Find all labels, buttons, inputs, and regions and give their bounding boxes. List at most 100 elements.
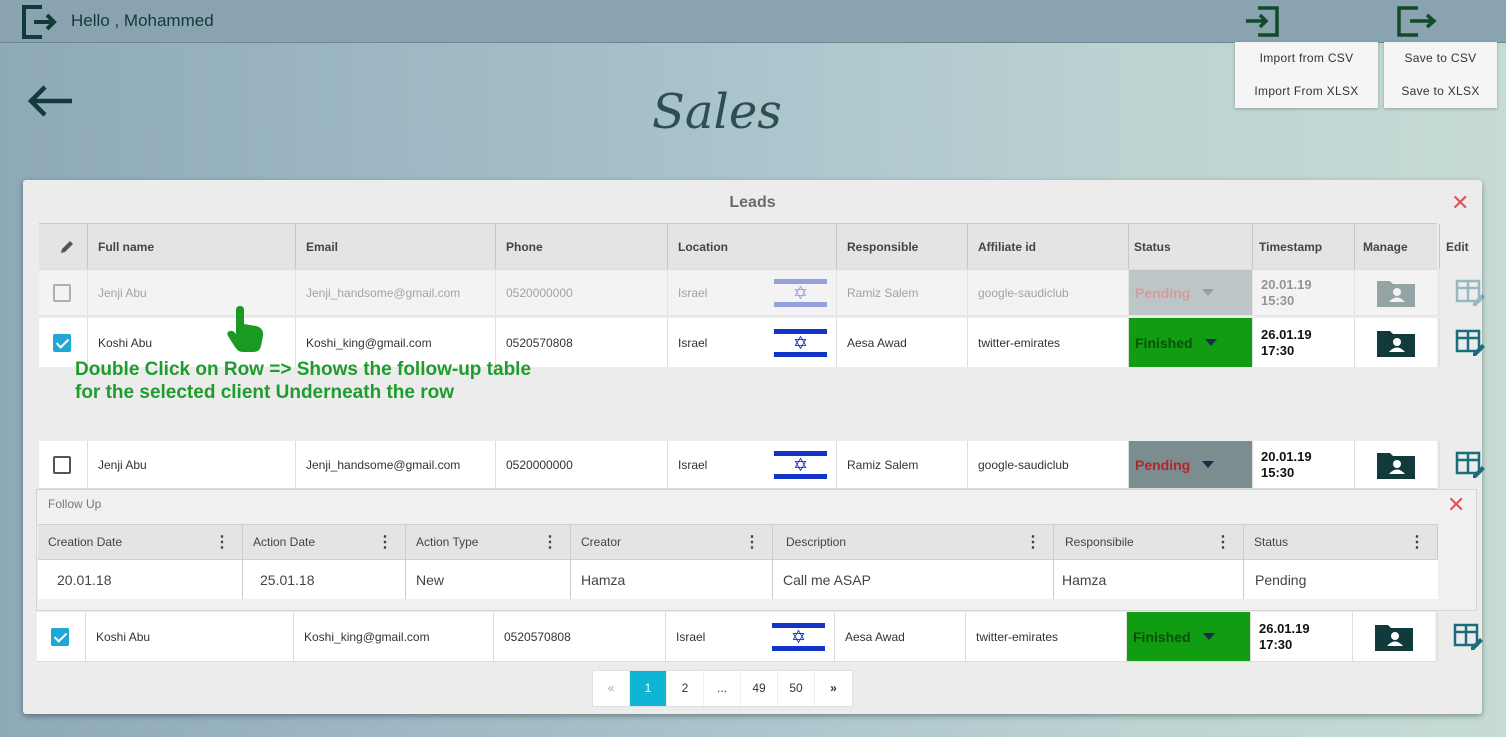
fu-col[interactable]: Action Date ⋮ [243, 525, 406, 559]
import-icon[interactable] [1244, 5, 1280, 38]
more-vert-icon[interactable]: ⋮ [1409, 532, 1425, 552]
folder-user-icon[interactable] [1375, 449, 1417, 481]
israel-flag-icon: ✡ [774, 448, 827, 481]
cell-timestamp: 20.01.19 15:30 [1253, 441, 1355, 488]
cell-affiliate: twitter-emirates [966, 612, 1127, 661]
cell-timestamp: 20.01.19 15:30 [1253, 270, 1355, 315]
cell-name: Jenji Abu [88, 441, 296, 488]
export-icon[interactable] [1396, 5, 1438, 38]
import-xlsx-item[interactable]: Import From XLSX [1235, 75, 1378, 108]
more-vert-icon[interactable]: ⋮ [542, 532, 558, 552]
caret-down-icon [1202, 633, 1215, 640]
page-button[interactable]: 49 [741, 671, 778, 706]
cell-affiliate: google-saudiclub [968, 270, 1129, 315]
cell-phone: 0520570808 [494, 612, 666, 661]
cell-email: Koshi_king@gmail.com [294, 612, 494, 661]
table-row[interactable]: Jenji Abu Jenji_handsome@gmail.com 05200… [39, 441, 1485, 489]
edit-table-icon[interactable] [1455, 329, 1485, 357]
save-xlsx-item[interactable]: Save to XLSX [1384, 75, 1497, 108]
cell-responsible: Aesa Awad [837, 318, 968, 367]
col-edit[interactable]: Edit [1440, 224, 1485, 269]
follow-up-title: Follow Up [48, 497, 102, 511]
cell-email: Jenji_handsome@gmail.com [296, 270, 496, 315]
top-bar: Hello , Mohammed [0, 0, 1506, 43]
page-button[interactable]: 2 [667, 671, 704, 706]
close-icon[interactable]: ✕ [1447, 494, 1465, 516]
panel-title: Leads [729, 194, 776, 211]
more-vert-icon[interactable]: ⋮ [214, 532, 230, 552]
cell-responsible: Aesa Awad [835, 612, 966, 661]
cell-responsible: Ramiz Salem [837, 441, 968, 488]
close-icon[interactable]: ✕ [1451, 192, 1469, 214]
save-csv-item[interactable]: Save to CSV [1384, 42, 1497, 75]
col-timestamp[interactable]: Timestamp [1253, 224, 1355, 269]
row-checkbox[interactable] [53, 455, 71, 474]
col-status[interactable]: Status [1129, 224, 1253, 269]
import-menu: Import from CSV Import From XLSX [1235, 42, 1378, 108]
fu-col[interactable]: Creation Date ⋮ [38, 525, 243, 559]
folder-user-icon[interactable] [1373, 621, 1415, 653]
edit-table-icon[interactable] [1455, 451, 1485, 479]
fu-cell: Call me ASAP [773, 560, 1054, 599]
fu-col[interactable]: Status ⋮ [1244, 525, 1438, 559]
greeting: Hello , Mohammed [71, 11, 214, 30]
import-csv-item[interactable]: Import from CSV [1235, 42, 1378, 75]
row-checkbox[interactable] [53, 283, 71, 302]
page-button[interactable]: 1 [630, 671, 667, 706]
fu-cell: Hamza [571, 560, 773, 599]
col-phone[interactable]: Phone [496, 224, 668, 269]
follow-up-panel: Follow Up ✕ Creation Date ⋮ Action Date ⋮ … [36, 489, 1477, 611]
fu-cell: 20.01.18 [38, 560, 243, 599]
fu-col[interactable]: Description ⋮ [773, 525, 1054, 559]
save-menu: Save to CSV Save to XLSX [1384, 42, 1497, 108]
col-affiliate[interactable]: Affiliate id [968, 224, 1129, 269]
fu-col[interactable]: Responsibile ⋮ [1054, 525, 1244, 559]
caret-down-icon [1202, 289, 1215, 296]
folder-user-icon[interactable] [1375, 327, 1417, 359]
back-arrow-icon[interactable] [26, 84, 74, 118]
cell-location: Israel ✡ [668, 270, 837, 315]
follow-up-row[interactable]: 20.01.18 25.01.18 New Hamza Call me ASAP… [38, 560, 1438, 599]
fu-cell: New [406, 560, 571, 599]
cell-affiliate: twitter-emirates [968, 318, 1129, 367]
col-manage[interactable]: Manage [1355, 224, 1440, 269]
col-full-name[interactable]: Full name [88, 224, 296, 269]
row-checkbox[interactable] [51, 627, 69, 646]
status-dropdown[interactable]: Pending [1129, 270, 1253, 315]
fu-col[interactable]: Creator ⋮ [571, 525, 773, 559]
col-location[interactable]: Location [668, 224, 837, 269]
page-button[interactable]: 50 [778, 671, 815, 706]
table-header: Full name Email Phone Location Responsib… [39, 223, 1469, 270]
next-page-button[interactable]: » [815, 671, 852, 706]
col-email[interactable]: Email [296, 224, 496, 269]
more-vert-icon[interactable]: ⋮ [744, 532, 760, 552]
logout-icon[interactable] [20, 3, 60, 41]
folder-user-icon[interactable] [1375, 277, 1417, 309]
more-vert-icon[interactable]: ⋮ [1215, 532, 1231, 552]
cell-email: Jenji_handsome@gmail.com [296, 441, 496, 488]
edit-table-icon[interactable] [1455, 279, 1485, 307]
annotation-text: Double Click on Row => Shows the follow-… [75, 359, 532, 403]
prev-page-button[interactable]: « [593, 671, 630, 706]
table-row[interactable]: Koshi Abu Koshi_king@gmail.com 052057080… [37, 612, 1483, 662]
more-vert-icon[interactable]: ⋮ [377, 532, 393, 552]
cell-phone: 0520000000 [496, 270, 668, 315]
page-title: Sales [652, 84, 782, 140]
row-checkbox[interactable] [53, 333, 71, 352]
caret-down-icon [1202, 461, 1215, 468]
pagination: « 1 2 ... 49 50 » [592, 670, 853, 707]
status-dropdown[interactable]: Pending [1129, 441, 1253, 488]
cell-location: Israel ✡ [668, 441, 837, 488]
cell-affiliate: google-saudiclub [968, 441, 1129, 488]
col-responsible[interactable]: Responsible [837, 224, 968, 269]
fu-cell: 25.01.18 [243, 560, 406, 599]
caret-down-icon [1204, 339, 1217, 346]
leads-panel: Leads ✕ Full name Email Phone Location R… [23, 180, 1485, 714]
more-vert-icon[interactable]: ⋮ [1025, 532, 1041, 552]
fu-col[interactable]: Action Type ⋮ [406, 525, 571, 559]
status-dropdown[interactable]: Finished [1129, 318, 1253, 367]
fu-cell: Pending [1255, 571, 1307, 588]
cell-responsible: Ramiz Salem [837, 270, 968, 315]
edit-table-icon[interactable] [1453, 623, 1483, 651]
status-dropdown[interactable]: Finished [1127, 612, 1251, 661]
